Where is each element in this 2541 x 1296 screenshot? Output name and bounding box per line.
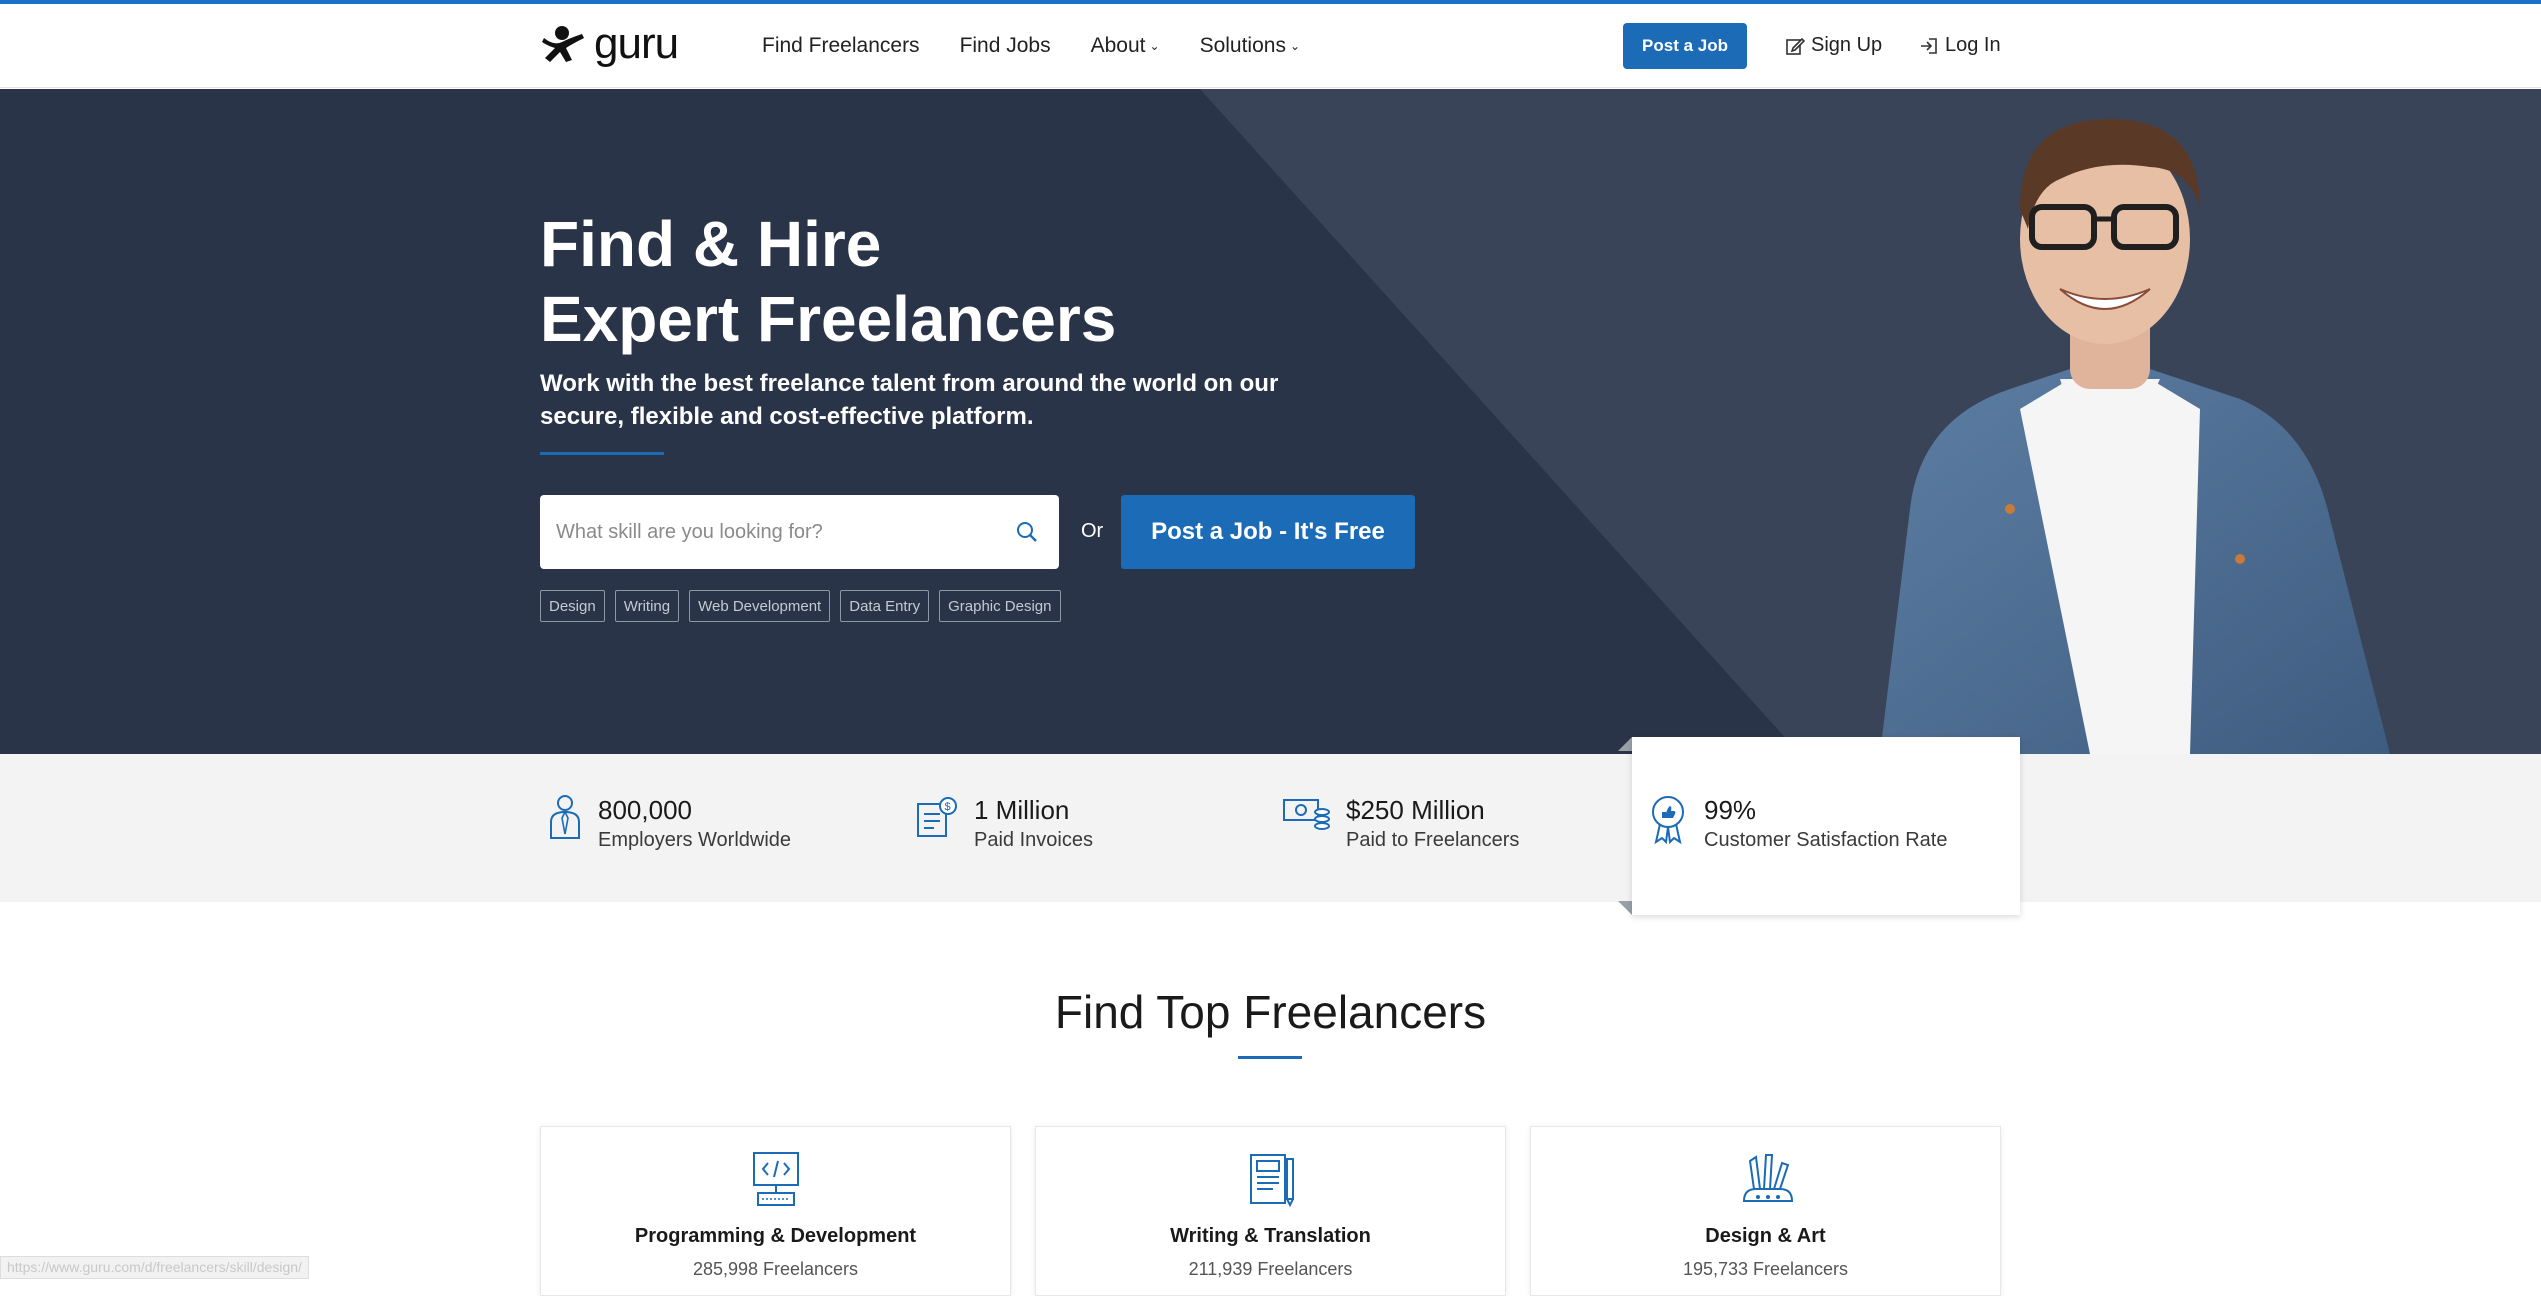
card-notch-bottom <box>1618 901 1632 915</box>
site-header: guru Find Freelancers Find Jobs About ⌄ S… <box>0 4 2541 88</box>
stat-value: 1 Million <box>974 795 1070 825</box>
log-in-label: Log In <box>1945 34 2001 56</box>
browser-status-url: https://www.guru.com/d/freelancers/skill… <box>0 1256 309 1279</box>
skill-tag-data-entry[interactable]: Data Entry <box>840 590 930 622</box>
stat-employers: 800,000 Employers Worldwide <box>548 794 791 854</box>
stat-label: Customer Satisfaction Rate <box>1704 829 1948 851</box>
skill-tag-writing[interactable]: Writing <box>614 590 680 622</box>
find-top-freelancers-title: Find Top Freelancers <box>1054 986 1487 1038</box>
stats-bar: 800,000 Employers Worldwide $ 1 Million … <box>0 754 2541 902</box>
skill-tag-design[interactable]: Design <box>540 590 605 622</box>
category-count: 195,733 Freelancers <box>1682 1259 1849 1279</box>
stat-label: Paid to Freelancers <box>1346 829 1520 851</box>
stat-paid: $250 Million Paid to Freelancers <box>1282 794 1519 854</box>
skill-search-box <box>540 495 1059 569</box>
employer-icon <box>550 795 580 839</box>
nav-find-freelancers[interactable]: Find Freelancers <box>762 34 920 58</box>
search-icon[interactable] <box>1015 520 1039 544</box>
category-card-writing[interactable]: Writing & Translation 211,939 Freelancer… <box>1035 1126 1506 1296</box>
stat-satisfaction: 99% Customer Satisfaction Rate <box>1648 794 1947 854</box>
chevron-down-icon: ⌄ <box>1289 39 1301 53</box>
computer-code-icon <box>753 1152 799 1206</box>
stat-text: 99% Customer Satisfaction Rate <box>1704 794 1947 854</box>
chevron-down-icon: ⌄ <box>1149 39 1160 53</box>
nav-label: Find Jobs <box>959 34 1051 57</box>
category-title: Design & Art <box>1705 1225 1826 1247</box>
skill-search-input[interactable] <box>556 495 996 569</box>
section-divider <box>1238 1056 1302 1059</box>
skill-tag-graphic-design[interactable]: Graphic Design <box>939 590 1061 622</box>
category-count: 285,998 Freelancers <box>692 1259 859 1279</box>
category-title: Programming & Development <box>634 1225 917 1247</box>
stat-satisfaction-card: 99% Customer Satisfaction Rate <box>1632 737 2020 915</box>
log-in-link[interactable]: Log In <box>1919 34 2001 57</box>
skill-tag-web-development[interactable]: Web Development <box>689 590 831 622</box>
brushes-icon <box>1742 1154 1794 1202</box>
hero-subtitle: Work with the best freelance talent from… <box>540 370 1279 430</box>
category-card-design[interactable]: Design & Art 195,733 Freelancers <box>1530 1126 2001 1296</box>
main-nav: Find Freelancers Find Jobs About ⌄ Soluti… <box>762 34 1300 58</box>
category-title: Writing & Translation <box>1170 1225 1371 1247</box>
money-icon <box>1283 799 1330 830</box>
stat-label: Employers Worldwide <box>598 829 792 851</box>
document-pen-icon <box>1250 1154 1294 1208</box>
post-job-free-button[interactable]: Post a Job - It's Free <box>1121 495 1415 569</box>
category-count: 211,939 Freelancers <box>1188 1259 1353 1279</box>
card-notch-top <box>1618 737 1632 751</box>
nav-solutions[interactable]: Solutions ⌄ <box>1200 34 1300 58</box>
popular-skill-tags: Design Writing Web Development Data Entr… <box>540 590 1061 622</box>
svg-text:$: $ <box>945 801 951 813</box>
stat-invoices: $ 1 Million Paid Invoices <box>912 794 1093 854</box>
stat-value: 800,000 <box>598 795 692 825</box>
invoice-icon: $ <box>917 797 957 837</box>
hero-section: Find & Hire Expert Freelancers Work with… <box>0 89 2541 754</box>
hero-title: Find & Hire Expert Freelancers <box>540 207 1116 357</box>
smiling-man-photo <box>1880 119 2390 754</box>
nav-label: Find Freelancers <box>762 34 920 57</box>
hero-title-line1: Find & Hire <box>540 208 882 280</box>
stat-value: $250 Million <box>1346 795 1485 825</box>
category-cards: Programming & Development 285,998 Freela… <box>540 1126 2001 1296</box>
nav-label: Solutions <box>1199 34 1286 57</box>
nav-label: About <box>1090 34 1146 57</box>
edit-icon <box>1786 37 1805 55</box>
stat-value: 99% <box>1704 795 1757 825</box>
sign-up-link[interactable]: Sign Up <box>1785 34 1882 57</box>
sign-up-label: Sign Up <box>1811 34 1883 56</box>
nav-find-jobs[interactable]: Find Jobs <box>960 34 1051 58</box>
stat-text: $250 Million Paid to Freelancers <box>1346 794 1519 854</box>
or-label: Or <box>1081 520 1104 542</box>
logo-wordmark: guru <box>594 19 679 68</box>
hero-title-line2: Expert Freelancers <box>540 283 1117 355</box>
guru-logo-icon <box>542 26 584 62</box>
award-icon <box>1652 796 1684 844</box>
nav-about[interactable]: About ⌄ <box>1091 34 1160 58</box>
guru-logo[interactable]: guru <box>540 19 679 68</box>
category-card-programming[interactable]: Programming & Development 285,998 Freela… <box>540 1126 1011 1296</box>
login-icon <box>1921 37 1937 54</box>
stat-label: Paid Invoices <box>974 829 1093 851</box>
hero-divider <box>540 452 664 455</box>
post-job-button[interactable]: Post a Job <box>1623 23 1747 69</box>
stat-text: 800,000 Employers Worldwide <box>598 794 791 854</box>
stat-text: 1 Million Paid Invoices <box>974 794 1093 854</box>
